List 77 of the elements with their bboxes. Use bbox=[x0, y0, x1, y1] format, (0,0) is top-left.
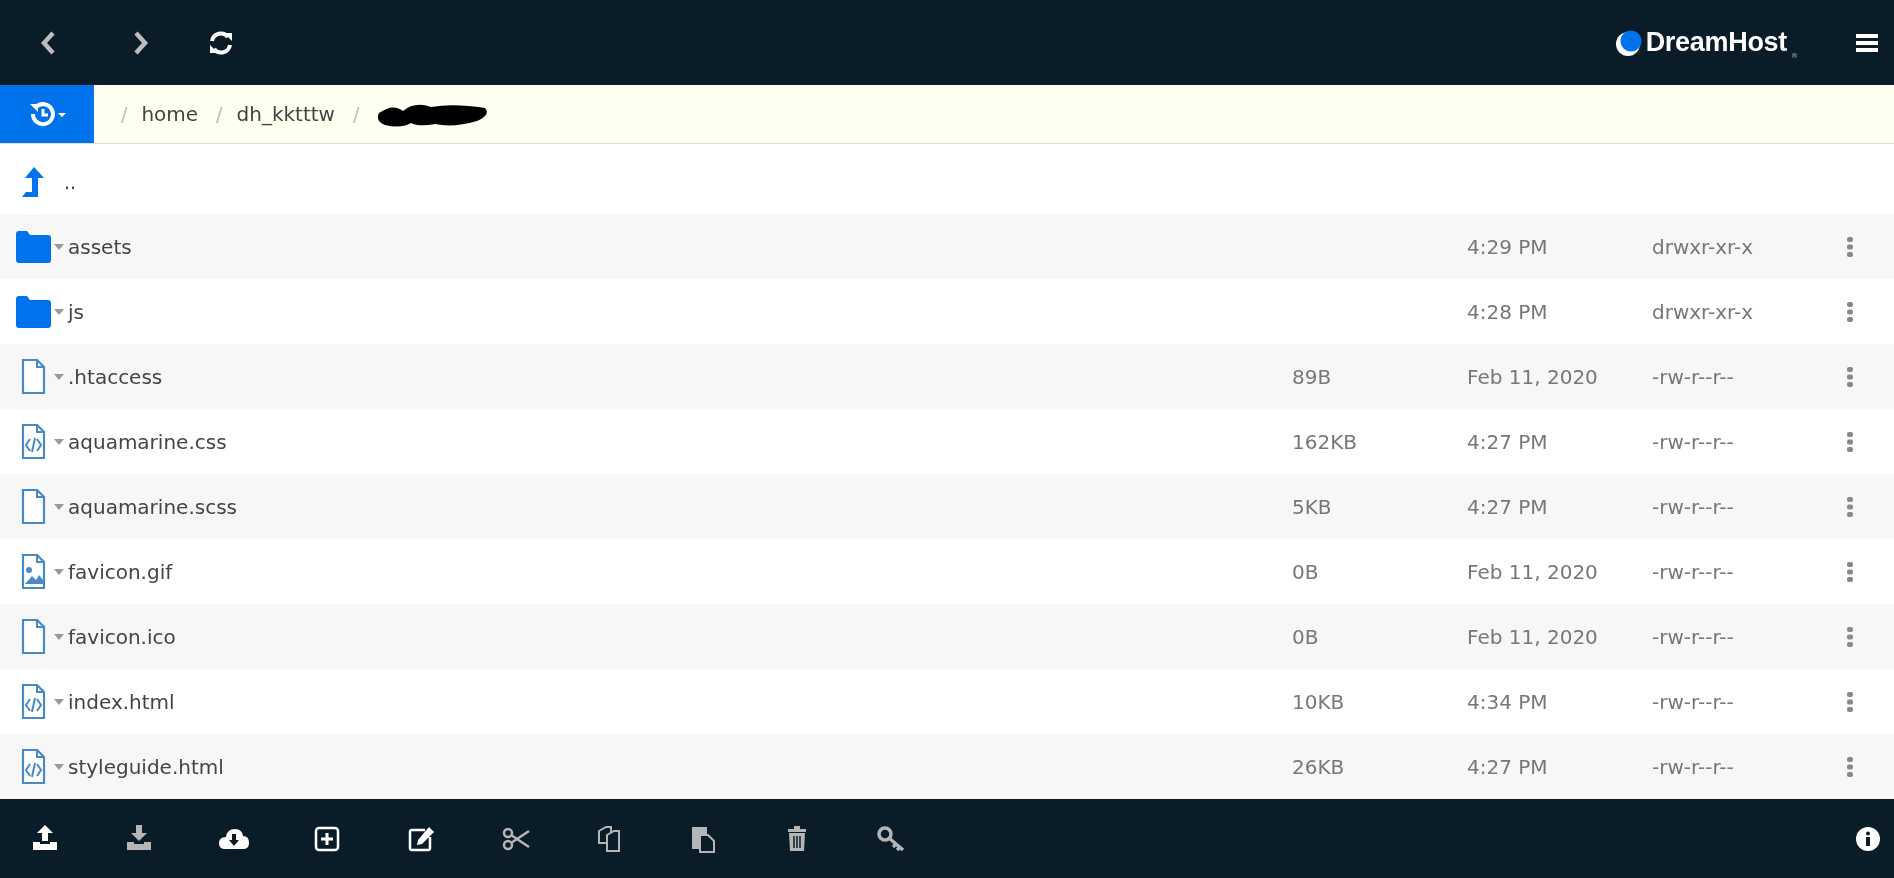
caret-icon[interactable] bbox=[54, 373, 64, 380]
file-size: 0B bbox=[1292, 559, 1319, 584]
image-file-icon bbox=[20, 553, 47, 590]
file-size: 89B bbox=[1292, 364, 1332, 389]
caret-icon[interactable] bbox=[54, 308, 64, 315]
path-separator: / bbox=[216, 103, 223, 125]
file-name[interactable]: styleguide.html bbox=[68, 754, 224, 779]
caret-icon[interactable] bbox=[54, 763, 64, 770]
more-options-icon[interactable] bbox=[1847, 756, 1853, 777]
file-permissions: -rw-r--r-- bbox=[1652, 494, 1735, 519]
folder-icon bbox=[16, 294, 51, 329]
file-size: 10KB bbox=[1292, 689, 1345, 714]
file-permissions: -rw-r--r-- bbox=[1652, 559, 1735, 584]
breadcrumb-link[interactable]: dh_kktttw bbox=[236, 102, 335, 126]
logo-text: DreamHost bbox=[1645, 27, 1787, 58]
more-options-icon[interactable] bbox=[1847, 626, 1853, 647]
more-options-icon[interactable] bbox=[1847, 236, 1853, 257]
code-file-icon bbox=[20, 423, 47, 460]
file-size: 26KB bbox=[1292, 754, 1345, 779]
history-button[interactable] bbox=[0, 85, 94, 143]
caret-icon[interactable] bbox=[54, 503, 64, 510]
file-name[interactable]: .htaccess bbox=[68, 364, 163, 389]
file-name[interactable]: index.html bbox=[68, 689, 175, 714]
info-icon[interactable] bbox=[1856, 826, 1880, 851]
modified-date: Feb 11, 2020 bbox=[1467, 624, 1599, 649]
modified-date: 4:34 PM bbox=[1467, 689, 1549, 714]
caret-icon[interactable] bbox=[54, 568, 64, 575]
file-name[interactable]: aquamarine.css bbox=[68, 429, 227, 454]
file-size: 162KB bbox=[1292, 429, 1357, 454]
caret-icon[interactable] bbox=[54, 698, 64, 705]
path-separator: / bbox=[121, 103, 128, 125]
back-icon[interactable] bbox=[40, 30, 56, 55]
modified-date: 4:27 PM bbox=[1467, 754, 1549, 779]
more-options-icon[interactable] bbox=[1847, 561, 1853, 582]
more-options-icon[interactable] bbox=[1847, 431, 1853, 452]
file-name[interactable]: assets bbox=[68, 234, 132, 259]
file-icon bbox=[20, 488, 47, 525]
file-icon bbox=[20, 618, 47, 655]
modified-date: 4:27 PM bbox=[1467, 429, 1549, 454]
file-name[interactable]: aquamarine.scss bbox=[68, 494, 237, 519]
refresh-icon[interactable] bbox=[208, 29, 234, 56]
code-file-icon bbox=[20, 748, 47, 785]
code-file-icon bbox=[20, 683, 47, 720]
caret-icon[interactable] bbox=[54, 438, 64, 445]
path-separator: / bbox=[352, 103, 360, 125]
edit-icon[interactable] bbox=[407, 824, 437, 853]
file-permissions: drwxr-xr-x bbox=[1652, 234, 1755, 259]
logo-icon bbox=[1613, 28, 1642, 57]
modified-date: Feb 11, 2020 bbox=[1467, 364, 1599, 389]
file-permissions: -rw-r--r-- bbox=[1652, 754, 1735, 779]
file-size: 5KB bbox=[1292, 494, 1332, 519]
modified-date: 4:29 PM bbox=[1467, 234, 1549, 259]
file-permissions: -rw-r--r-- bbox=[1652, 689, 1735, 714]
file-icon bbox=[20, 358, 47, 395]
file-name[interactable]: favicon.gif bbox=[68, 559, 173, 584]
forward-icon[interactable] bbox=[133, 30, 149, 55]
caret-icon[interactable] bbox=[54, 243, 64, 250]
modified-date: Feb 11, 2020 bbox=[1467, 559, 1599, 584]
modified-date: 4:27 PM bbox=[1467, 494, 1549, 519]
modified-date: 4:28 PM bbox=[1467, 299, 1549, 324]
parent-directory-link[interactable]: .. bbox=[64, 171, 77, 193]
menu-icon[interactable] bbox=[1856, 32, 1878, 53]
breadcrumb-link[interactable]: home bbox=[141, 102, 199, 126]
more-options-icon[interactable] bbox=[1847, 366, 1853, 387]
caret-icon[interactable] bbox=[54, 633, 64, 640]
file-name[interactable]: favicon.ico bbox=[68, 624, 176, 649]
file-permissions: drwxr-xr-x bbox=[1652, 299, 1755, 324]
file-name[interactable]: js bbox=[68, 299, 84, 324]
parent-folder-icon[interactable] bbox=[22, 167, 44, 197]
more-options-icon[interactable] bbox=[1847, 496, 1853, 517]
folder-icon bbox=[16, 229, 51, 264]
file-permissions: -rw-r--r-- bbox=[1652, 364, 1735, 389]
file-size: 0B bbox=[1292, 624, 1319, 649]
file-permissions: -rw-r--r-- bbox=[1652, 429, 1735, 454]
more-options-icon[interactable] bbox=[1847, 301, 1853, 322]
more-options-icon[interactable] bbox=[1847, 691, 1853, 712]
file-permissions: -rw-r--r-- bbox=[1652, 624, 1735, 649]
